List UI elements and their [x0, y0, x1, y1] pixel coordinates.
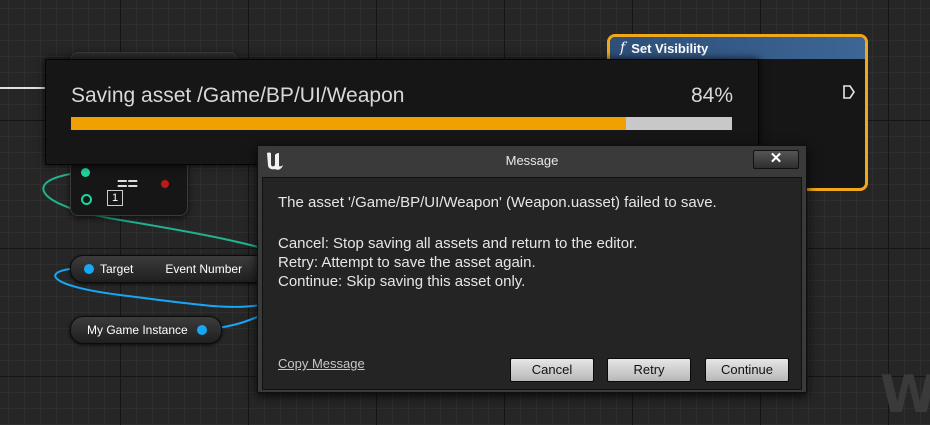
progress-bar [71, 117, 732, 130]
progress-label: Saving asset /Game/BP/UI/Weapon [71, 84, 405, 107]
bool-pin-hollow-icon[interactable] [81, 194, 92, 205]
exec-out-pin-icon[interactable] [843, 85, 855, 99]
option-cancel-text: Cancel: Stop saving all assets and retur… [278, 235, 638, 252]
target-pin-icon[interactable] [84, 264, 94, 274]
target-label: Target [100, 262, 134, 276]
message-dialog: Message ✕ The asset '/Game/BP/UI/Weapon'… [257, 145, 807, 393]
dialog-title: Message [505, 153, 559, 168]
target-node[interactable]: Target Event Number [70, 255, 267, 283]
set-visibility-header[interactable]: f Set Visibility [610, 37, 865, 59]
continue-button[interactable]: Continue [705, 358, 789, 382]
bool-pin-icon[interactable] [81, 168, 90, 177]
exec-pin-icon[interactable] [161, 180, 169, 188]
progress-bar-fill [71, 117, 627, 130]
cancel-button[interactable]: Cancel [510, 358, 594, 382]
copy-message-link[interactable]: Copy Message [278, 356, 365, 371]
graph-watermark: W [880, 365, 930, 425]
function-icon: f [620, 40, 626, 56]
dialog-titlebar[interactable]: Message ✕ [258, 146, 806, 176]
game-instance-node[interactable]: My Game Instance [70, 316, 222, 344]
close-icon: ✕ [769, 150, 783, 167]
option-continue-text: Continue: Skip saving this asset only. [278, 273, 526, 290]
main-message: The asset '/Game/BP/UI/Weapon' (Weapon.u… [278, 194, 717, 211]
close-button[interactable]: ✕ [753, 150, 799, 169]
game-instance-pin-icon[interactable] [196, 325, 207, 335]
compare-operator: == [117, 174, 139, 194]
option-retry-text: Retry: Attempt to save the asset again. [278, 254, 536, 271]
set-visibility-title: Set Visibility [631, 40, 709, 56]
compare-node[interactable]: 1 == [70, 160, 188, 216]
dialog-body: The asset '/Game/BP/UI/Weapon' (Weapon.u… [262, 177, 802, 390]
game-instance-label: My Game Instance [87, 323, 188, 337]
retry-button[interactable]: Retry [607, 358, 691, 382]
event-number-label: Event Number [165, 262, 243, 276]
progress-percent: 84% [690, 84, 733, 107]
